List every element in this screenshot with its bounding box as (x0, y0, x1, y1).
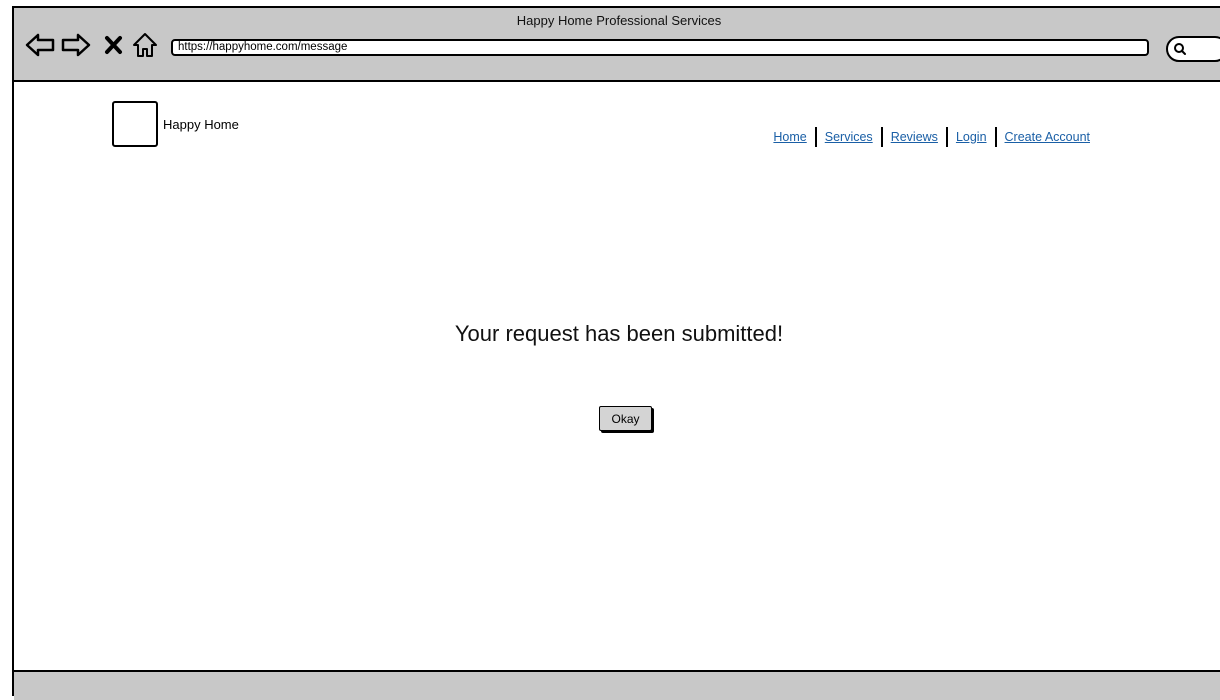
browser-chrome: Happy Home Professional Services https:/… (14, 8, 1220, 82)
nav-home-link[interactable]: Home (773, 130, 806, 144)
close-x-icon[interactable] (103, 30, 125, 60)
nav-separator (994, 127, 997, 147)
home-icon[interactable] (131, 30, 159, 60)
nav-login-link[interactable]: Login (956, 130, 987, 144)
browser-search-field[interactable] (1166, 36, 1220, 62)
status-bar (14, 670, 1220, 700)
nav-reviews-link[interactable]: Reviews (891, 130, 938, 144)
logo-placeholder[interactable] (112, 101, 158, 147)
back-arrow-icon[interactable] (25, 30, 55, 60)
window-title: Happy Home Professional Services (516, 13, 722, 28)
top-navigation: Home Services Reviews Login Create Accou… (773, 127, 1090, 147)
nav-services-link[interactable]: Services (825, 130, 873, 144)
nav-separator (814, 127, 817, 147)
brand-name: Happy Home (163, 117, 239, 132)
address-bar[interactable]: https://happyhome.com/message (171, 39, 1149, 56)
browser-window: Happy Home Professional Services https:/… (12, 6, 1220, 700)
nav-separator (945, 127, 948, 147)
nav-separator (880, 127, 883, 147)
forward-arrow-icon[interactable] (61, 30, 91, 60)
nav-create-account-link[interactable]: Create Account (1005, 130, 1090, 144)
confirmation-message: Your request has been submitted! (454, 321, 784, 346)
search-icon (1174, 43, 1186, 55)
okay-button[interactable]: Okay (599, 406, 652, 431)
